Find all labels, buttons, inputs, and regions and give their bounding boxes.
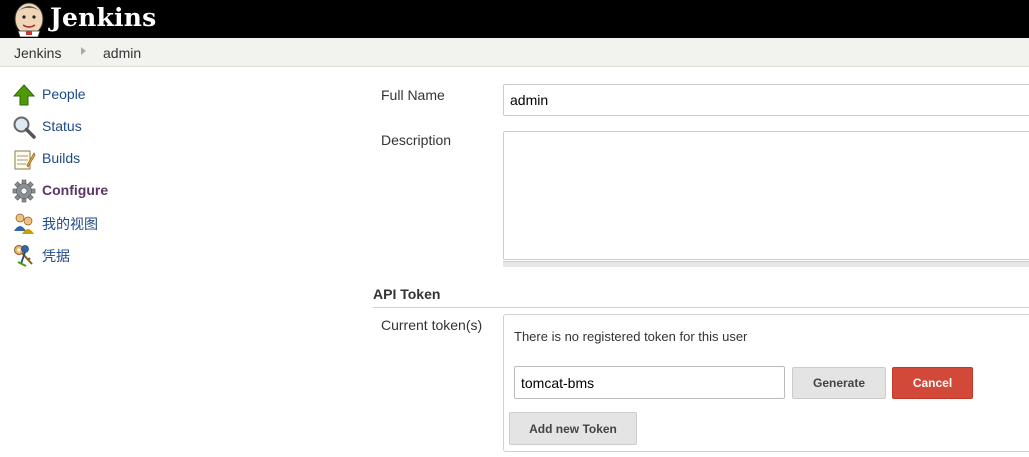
full-name-label: Full Name bbox=[381, 87, 445, 103]
description-resize-handle[interactable] bbox=[503, 261, 1029, 267]
current-tokens-label: Current token(s) bbox=[381, 317, 483, 333]
token-name-input[interactable] bbox=[514, 366, 785, 399]
sidebar-item-label: 我的视图 bbox=[42, 216, 98, 232]
sidebar-item-people[interactable]: People bbox=[12, 83, 212, 107]
top-header: Jenkins bbox=[0, 0, 1029, 38]
description-textarea[interactable] bbox=[503, 131, 1029, 260]
sidebar-item-status[interactable]: Status bbox=[12, 115, 212, 139]
breadcrumb-separator-icon bbox=[81, 47, 86, 55]
jenkins-logo-icon[interactable] bbox=[12, 1, 46, 37]
sidebar-item-label: 凭据 bbox=[42, 248, 70, 264]
sidebar-item-builds[interactable]: Builds bbox=[12, 147, 212, 171]
sidebar-item-label: Configure bbox=[42, 182, 109, 198]
keys-credentials-icon bbox=[14, 245, 33, 267]
sidebar-item-my-views[interactable]: 我的视图 bbox=[12, 211, 212, 235]
sidebar-item-credentials[interactable]: 凭据 bbox=[12, 243, 212, 267]
no-token-message: There is no registered token for this us… bbox=[514, 329, 748, 344]
sidebar-item-label: Status bbox=[42, 118, 82, 134]
sidebar-item-label: People bbox=[42, 86, 86, 102]
sidebar-item-label: Builds bbox=[42, 150, 81, 166]
breadcrumb-admin[interactable]: admin bbox=[103, 45, 141, 61]
section-divider bbox=[373, 307, 1029, 308]
cancel-button[interactable]: Cancel bbox=[892, 367, 973, 399]
full-name-input[interactable] bbox=[503, 84, 1029, 116]
description-label: Description bbox=[381, 132, 452, 148]
breadcrumb-jenkins[interactable]: Jenkins bbox=[14, 45, 61, 61]
add-new-token-button[interactable]: Add new Token bbox=[509, 412, 637, 445]
generate-button[interactable]: Generate bbox=[792, 367, 886, 399]
breadcrumb: Jenkins admin bbox=[0, 38, 1029, 67]
magnifier-status-icon bbox=[13, 116, 36, 139]
gear-configure-icon bbox=[12, 179, 36, 203]
notepad-builds-icon bbox=[14, 150, 36, 170]
users-view-icon bbox=[14, 213, 34, 234]
jenkins-brand-title[interactable]: Jenkins bbox=[50, 2, 156, 34]
api-token-section-title: API Token bbox=[373, 286, 441, 302]
up-arrow-people-icon bbox=[12, 84, 36, 106]
sidebar-item-configure[interactable]: Configure bbox=[12, 179, 212, 203]
